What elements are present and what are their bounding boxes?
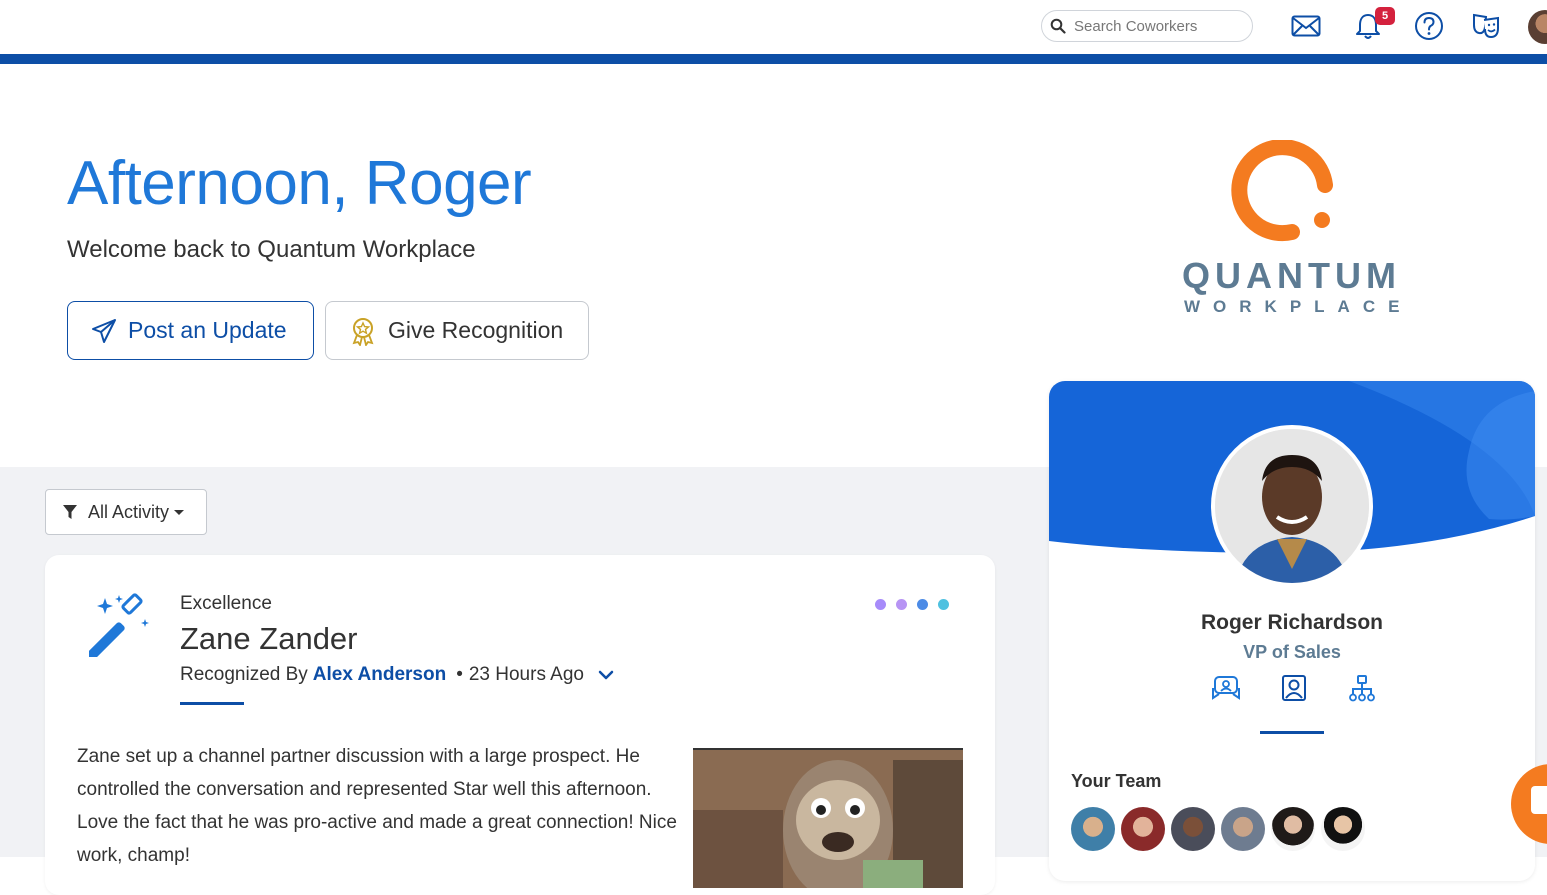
chevron-down-icon: [174, 509, 185, 515]
recognition-gif-image: [693, 748, 963, 888]
meta-separator: •: [456, 664, 463, 685]
team-member-avatar[interactable]: [1121, 807, 1165, 851]
post-update-label: Post an Update: [128, 317, 287, 343]
profile-name: Roger Richardson: [1200, 611, 1384, 634]
sloth-character-image: [693, 750, 963, 888]
magic-wand-icon: [89, 593, 149, 657]
card-options-dots[interactable]: [875, 599, 949, 610]
search-icon: [1050, 18, 1066, 34]
profile-tabs: [1209, 671, 1379, 711]
recognition-post-card: Excellence Zane Zander Recognized By Ale…: [45, 555, 995, 895]
activity-filter-label: All Activity: [88, 501, 170, 522]
give-recognition-button[interactable]: Give Recognition: [325, 301, 589, 360]
recognition-recipient[interactable]: Zane Zander: [180, 621, 358, 657]
your-team-heading: Your Team: [1071, 771, 1162, 791]
profile-portrait-image: [1215, 429, 1369, 583]
recognition-author-link[interactable]: Alex Anderson: [313, 664, 446, 686]
messages-button[interactable]: [1290, 10, 1322, 42]
help-button[interactable]: [1413, 10, 1445, 42]
recognized-by-label: Recognized By: [180, 664, 308, 685]
team-member-avatar[interactable]: [1171, 807, 1215, 851]
dot-icon: [896, 599, 907, 610]
quantum-logo-mark-icon: [1231, 140, 1333, 242]
top-navigation-bar: 5: [0, 0, 1547, 54]
org-chart-icon: [1349, 675, 1375, 702]
question-circle-icon: [1415, 12, 1443, 40]
header-accent-bar: [0, 54, 1547, 64]
recognition-category: Excellence: [180, 593, 272, 614]
search-coworkers-box[interactable]: [1041, 10, 1253, 42]
dot-icon: [875, 599, 886, 610]
activity-filter-dropdown[interactable]: All Activity: [45, 489, 207, 535]
team-member-avatar[interactable]: [1221, 807, 1265, 851]
profile-photo[interactable]: [1211, 425, 1373, 587]
recognition-time: 23 Hours Ago: [468, 664, 584, 685]
dot-icon: [917, 599, 928, 610]
recognition-message: Zane set up a channel partner discussion…: [77, 746, 677, 866]
logo-wordmark-workplace: WORKPLACE: [1184, 297, 1413, 316]
profile-job-title: VP of Sales: [1243, 642, 1341, 662]
tab-feedback[interactable]: [1209, 671, 1243, 705]
chevron-down-icon[interactable]: [598, 669, 614, 681]
logo-wordmark-quantum: QUANTUM: [1182, 255, 1401, 296]
user-avatar-button[interactable]: [1528, 10, 1547, 44]
user-badge-icon: [1282, 675, 1306, 701]
award-ribbon-icon: [352, 317, 374, 346]
team-avatars: [1071, 807, 1365, 851]
chat-icon: [1531, 786, 1547, 814]
paper-plane-icon: [92, 318, 116, 343]
filter-funnel-icon: [63, 505, 77, 519]
dot-icon: [938, 599, 949, 610]
tab-org-chart[interactable]: [1345, 671, 1379, 705]
profile-card: Roger Richardson VP of Sales Your Team: [1049, 381, 1535, 881]
active-tab-underline: [1260, 731, 1324, 734]
theater-masks-icon: [1473, 13, 1499, 39]
chat-user-icon: [1212, 676, 1240, 700]
notification-count-badge: 5: [1375, 7, 1395, 25]
culture-button[interactable]: [1470, 10, 1502, 42]
recognition-meta: Recognized By Alex Anderson • 23 Hours A…: [180, 664, 614, 686]
give-recognition-label: Give Recognition: [388, 317, 564, 343]
search-coworkers-input[interactable]: [1074, 17, 1244, 35]
team-member-avatar[interactable]: [1271, 807, 1315, 851]
quantum-workplace-logo: QUANTUM WORKPLACE: [1170, 140, 1410, 320]
welcome-subtitle: Welcome back to Quantum Workplace: [67, 236, 476, 263]
recognition-header-underline: [180, 702, 244, 705]
envelope-icon: [1291, 15, 1321, 37]
team-member-avatar[interactable]: [1321, 807, 1365, 851]
post-update-button[interactable]: Post an Update: [67, 301, 314, 360]
team-member-avatar[interactable]: [1071, 807, 1115, 851]
tab-profile[interactable]: [1277, 671, 1311, 705]
greeting-heading: Afternoon, Roger: [67, 149, 532, 218]
